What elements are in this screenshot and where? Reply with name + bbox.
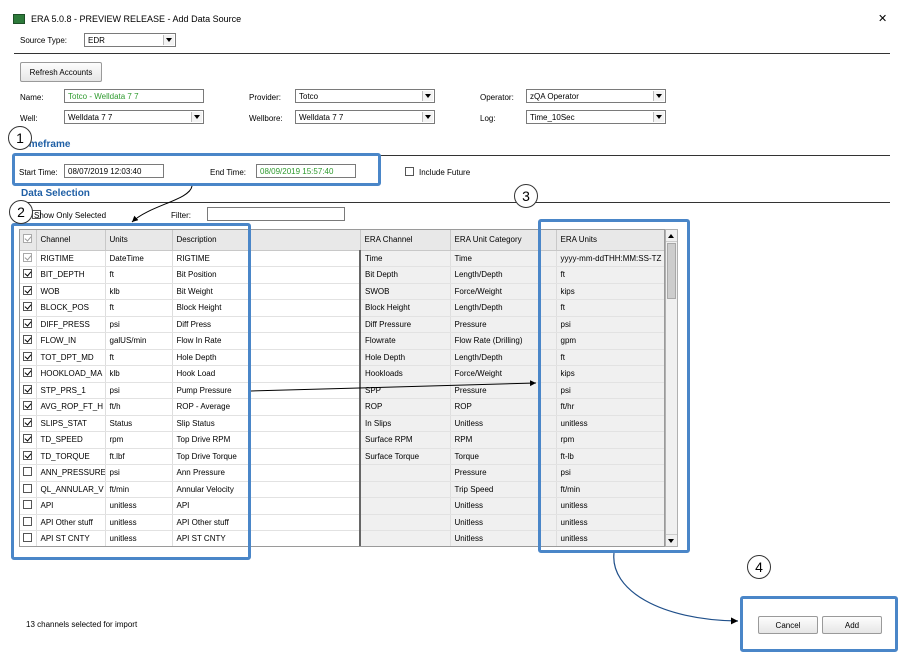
filter-input[interactable] [207,207,345,221]
source-type-value: EDR [88,36,105,45]
app-icon [13,14,25,24]
era-channel-cell[interactable]: ROP [360,398,451,416]
era-channel-cell[interactable] [360,530,451,546]
arrow-units-to-buttons [613,552,739,625]
window-title: ERA 5.0.8 - PREVIEW RELEASE - Add Data S… [31,14,242,24]
wellbore-label: Wellbore: [249,114,283,123]
chevron-down-icon [653,91,664,101]
filter-label: Filter: [171,211,191,220]
operator-value: zQA Operator [530,92,579,101]
callout-box-buttons [740,596,898,652]
log-value: Time_10Sec [530,113,575,122]
era-channel-cell[interactable] [360,514,451,531]
divider-top [14,53,890,54]
era-channel-cell[interactable] [360,481,451,498]
era-channel-cell[interactable]: Flowrate [360,332,451,350]
wellbore-value: Welldata 7 7 [299,113,344,122]
era-channel-cell[interactable]: In Slips [360,415,451,432]
log-label: Log: [480,114,496,123]
era-channel-cell[interactable]: Hookloads [360,365,451,383]
include-future-checkbox[interactable] [405,167,414,176]
era-channel-cell[interactable]: Time [360,250,451,267]
callout-number-3: 3 [514,184,538,208]
include-future-label: Include Future [419,168,471,177]
era-channel-cell[interactable]: Surface Torque [360,448,451,465]
chevron-down-icon [422,91,433,101]
callout-box-era-units [538,219,690,553]
era-channel-cell[interactable] [360,497,451,515]
callout-number-2: 2 [9,200,33,224]
well-label: Well: [20,114,38,123]
callout-box-timeframe [12,153,381,186]
callout-number-4: 4 [747,555,771,579]
column-header[interactable]: ERA Channel [360,230,451,251]
era-channel-cell[interactable]: Hole Depth [360,349,451,366]
status-text: 13 channels selected for import [26,620,138,629]
divider-data-selection [14,202,890,203]
refresh-accounts-button[interactable]: Refresh Accounts [20,62,102,82]
era-channel-cell[interactable]: Diff Pressure [360,316,451,333]
chevron-down-icon [422,112,433,122]
operator-select[interactable]: zQA Operator [526,89,666,103]
era-channel-cell[interactable]: Block Height [360,299,451,317]
era-channel-cell[interactable]: Bit Depth [360,266,451,284]
provider-label: Provider: [249,93,282,102]
provider-value: Totco [299,92,319,101]
operator-label: Operator: [480,93,514,102]
show-only-selected-label: Show Only Selected [34,211,107,220]
callout-number-1: 1 [8,126,32,150]
wellbore-select[interactable]: Welldata 7 7 [295,110,435,124]
name-field[interactable]: Totco - Welldata 7 7 [64,89,204,103]
source-type-select[interactable]: EDR [84,33,176,47]
close-icon[interactable]: ✕ [878,12,887,25]
era-channel-cell[interactable] [360,464,451,482]
era-channel-cell[interactable]: SPP [360,382,451,399]
source-type-label: Source Type: [20,36,67,45]
provider-select[interactable]: Totco [295,89,435,103]
log-select[interactable]: Time_10Sec [526,110,666,124]
title-bar: ERA 5.0.8 - PREVIEW RELEASE - Add Data S… [0,0,906,28]
well-value: Welldata 7 7 [68,113,113,122]
well-select[interactable]: Welldata 7 7 [64,110,204,124]
era-channel-cell[interactable]: Surface RPM [360,431,451,449]
name-label: Name: [20,93,44,102]
chevron-down-icon [653,112,664,122]
chevron-down-icon [163,35,174,45]
callout-box-channels [11,223,251,560]
data-selection-heading: Data Selection [21,188,90,199]
era-channel-cell[interactable]: SWOB [360,283,451,300]
chevron-down-icon [191,112,202,122]
